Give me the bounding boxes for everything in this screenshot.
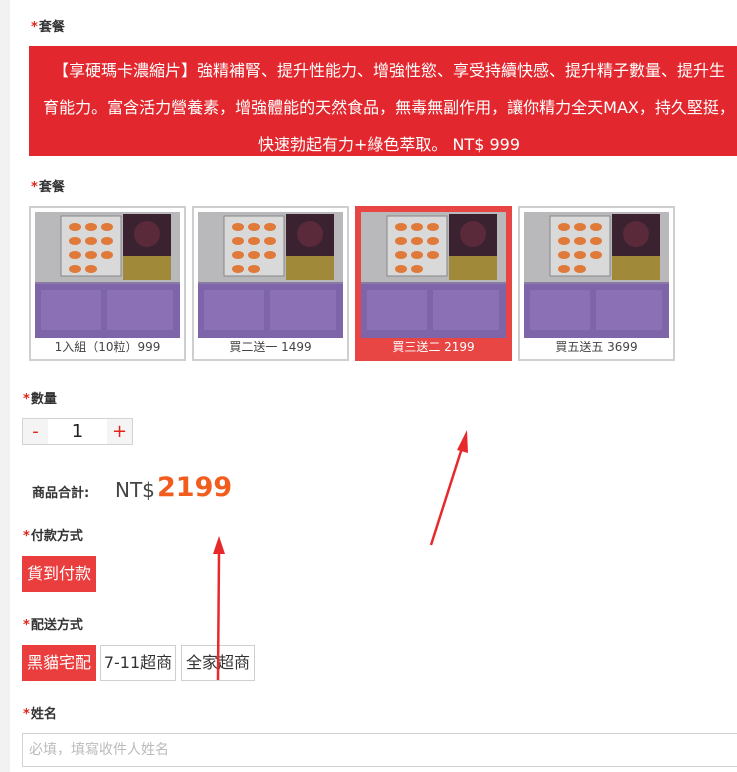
package-label: *套餐 [31, 180, 65, 195]
annotation-arrow-right [429, 430, 468, 546]
package-option[interactable]: 1入組（10粒）999 [29, 206, 186, 361]
payment-option-cod[interactable]: 貨到付款 [22, 556, 96, 592]
product-image [35, 212, 180, 338]
promo-line-2: 育能力。富含活力營養素，增強體能的天然食品，無毒無副作用，讓你精力全天MAX，持… [43, 98, 735, 117]
shipping-label: *配送方式 [23, 618, 83, 633]
package-label-top: *套餐 [31, 20, 65, 35]
total-amount: 2199 [157, 472, 233, 503]
quantity-stepper: - 1 + [22, 418, 133, 445]
total-currency: NT$ [115, 478, 155, 502]
shipping-option-family-mart[interactable]: 全家超商 [181, 645, 255, 681]
product-image [361, 212, 506, 338]
product-image [524, 212, 669, 338]
quantity-label: *數量 [23, 392, 57, 407]
package-caption: 買二送一 1499 [229, 340, 312, 354]
promo-line-1: 【享硬瑪卡濃縮片】強精補腎、提升性能力、增強性慾、享受持續快感、提升精子數量、提… [52, 61, 725, 80]
package-option[interactable]: 買五送五 3699 [518, 206, 675, 361]
package-caption: 買三送二 2199 [392, 340, 475, 354]
name-label: *姓名 [23, 707, 57, 722]
shipping-option-black-cat[interactable]: 黑貓宅配 [22, 645, 96, 681]
shipping-option-711[interactable]: 7-11超商 [100, 645, 176, 681]
quantity-value[interactable]: 1 [48, 419, 107, 444]
name-input[interactable] [22, 733, 737, 767]
product-image [198, 212, 343, 338]
package-caption: 買五送五 3699 [555, 340, 638, 354]
package-caption: 1入組（10粒）999 [54, 340, 161, 354]
quantity-plus-button[interactable]: + [107, 419, 132, 444]
promo-line-3: 快速勃起有力+綠色萃取。 NT$ 999 [257, 135, 521, 154]
quantity-minus-button[interactable]: - [23, 419, 48, 444]
left-gutter [0, 0, 10, 772]
total-label: 商品合計: [32, 486, 90, 501]
package-option[interactable]: 買二送一 1499 [192, 206, 349, 361]
promo-banner: 【享硬瑪卡濃縮片】強精補腎、提升性能力、增強性慾、享受持續快感、提升精子數量、提… [29, 46, 737, 156]
package-option[interactable]: 買三送二 2199 [355, 206, 512, 361]
payment-label: *付款方式 [23, 529, 83, 544]
